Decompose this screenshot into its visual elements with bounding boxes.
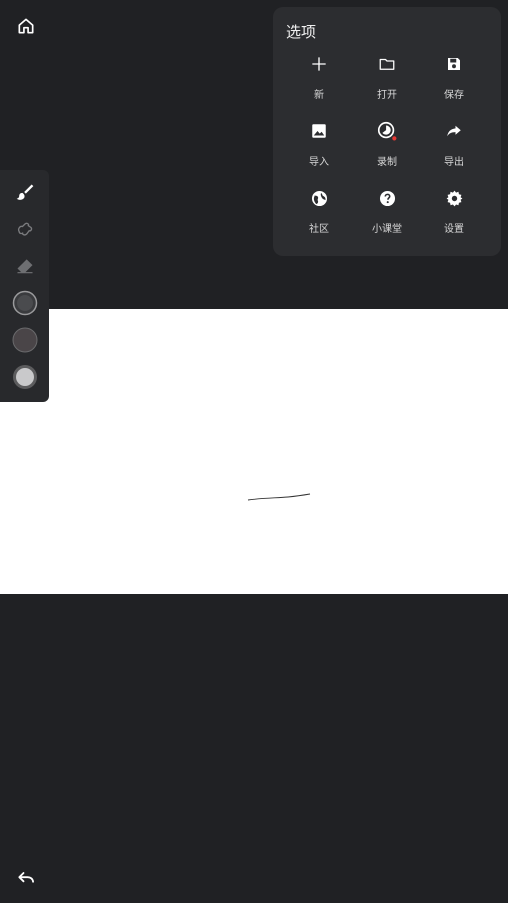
undo-icon [18, 872, 34, 883]
save-icon [448, 58, 460, 70]
record-icon [377, 121, 397, 141]
new-button[interactable]: 新 [285, 52, 353, 112]
settings-button[interactable]: 设置 [420, 186, 488, 246]
brush-size-icon [12, 290, 37, 315]
tutorial-label: 小课堂 [372, 224, 402, 235]
community-label: 社区 [309, 224, 329, 235]
import-label: 导入 [309, 157, 329, 168]
canvas-stroke-layer [247, 493, 311, 501]
tutorial-button[interactable]: 小课堂 [353, 186, 421, 246]
opacity-icon [12, 364, 37, 389]
folder-icon [379, 58, 395, 70]
save-button[interactable]: 保存 [420, 52, 488, 112]
plus-icon [312, 57, 326, 71]
tool-sidebar [0, 170, 49, 402]
help-icon [379, 190, 395, 206]
smudge-icon [17, 222, 32, 236]
undo-button[interactable] [12, 864, 40, 892]
options-title: 选项 [286, 23, 317, 41]
settings-label: 设置 [444, 224, 464, 235]
brush-size-control[interactable] [0, 284, 49, 321]
share-icon [447, 125, 461, 137]
record-label: 录制 [377, 157, 397, 168]
drawn-stroke [247, 493, 311, 501]
brush-tool[interactable] [0, 173, 49, 210]
home-icon [18, 18, 34, 34]
gear-icon [446, 190, 462, 206]
drawing-canvas[interactable] [0, 309, 508, 594]
image-icon [312, 124, 326, 138]
globe-icon [311, 190, 327, 206]
options-menu: 选项 新 打开 保存 导入 录制 导出 社区 小课堂 设置 [273, 7, 501, 256]
color-icon [12, 327, 37, 352]
eraser-icon [17, 258, 32, 273]
record-button[interactable]: 录制 [353, 119, 421, 179]
export-button[interactable]: 导出 [420, 119, 488, 179]
color-picker[interactable] [0, 321, 49, 358]
open-label: 打开 [377, 90, 397, 101]
import-button[interactable]: 导入 [285, 119, 353, 179]
new-label: 新 [314, 90, 324, 101]
eraser-tool[interactable] [0, 247, 49, 284]
brush-icon [16, 184, 33, 200]
save-label: 保存 [444, 90, 464, 101]
home-button[interactable] [12, 12, 40, 40]
smudge-tool[interactable] [0, 210, 49, 247]
open-button[interactable]: 打开 [353, 52, 421, 112]
community-button[interactable]: 社区 [285, 186, 353, 246]
opacity-control[interactable] [0, 358, 49, 395]
export-label: 导出 [444, 157, 464, 168]
